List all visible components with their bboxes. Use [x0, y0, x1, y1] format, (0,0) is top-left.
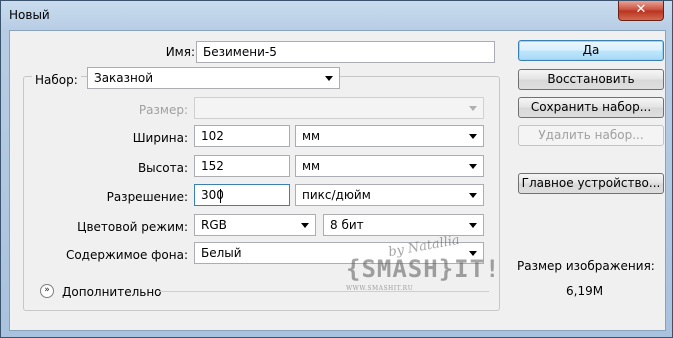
preset-select[interactable]: Заказной: [87, 67, 340, 89]
background-select[interactable]: Белый: [194, 242, 484, 264]
dialog-window: Новый ✕ Имя: Безимени-5 Набор: Заказной …: [0, 0, 673, 338]
width-label: Ширина:: [132, 131, 188, 145]
preset-label: Набор:: [32, 73, 81, 87]
color-mode-select[interactable]: RGB: [194, 214, 316, 236]
advanced-toggle-label[interactable]: Дополнительно: [62, 285, 162, 299]
chevron-down-icon: [469, 164, 477, 169]
image-size-value: 6,19M: [566, 284, 604, 298]
background-value: Белый: [201, 246, 242, 260]
color-mode-value: RGB: [201, 218, 227, 232]
delete-preset-button[interactable]: Удалить набор...: [518, 125, 664, 146]
close-button[interactable]: ✕: [618, 1, 664, 21]
height-label: Высота:: [137, 161, 188, 175]
bit-depth-select[interactable]: 8 бит: [323, 214, 484, 236]
chevron-down-icon: [469, 193, 477, 198]
height-unit-select[interactable]: мм: [295, 155, 484, 177]
height-unit-value: мм: [302, 159, 321, 173]
chevron-down-icon: [469, 251, 477, 256]
chevron-down-icon: [325, 76, 333, 81]
chevron-down-icon: [469, 223, 477, 228]
chevron-down-icon: [469, 134, 477, 139]
background-label: Содержимое фона:: [65, 248, 188, 262]
resolution-unit-value: пикс/дюйм: [302, 188, 371, 202]
divider: [159, 291, 489, 292]
window-title: Новый: [9, 8, 50, 22]
ok-button[interactable]: Да: [518, 40, 664, 61]
expand-icon[interactable]: »: [40, 284, 54, 298]
resolution-unit-select[interactable]: пикс/дюйм: [295, 184, 484, 206]
resolution-input[interactable]: 300: [194, 184, 290, 206]
width-input[interactable]: 102: [194, 125, 290, 147]
color-mode-label: Цветовой режим:: [77, 220, 188, 234]
reset-button[interactable]: Восстановить: [518, 69, 664, 90]
name-input[interactable]: Безимени-5: [196, 41, 495, 63]
preset-value: Заказной: [94, 71, 154, 85]
name-label: Имя:: [165, 45, 195, 59]
image-size-label: Размер изображения:: [517, 259, 655, 273]
chevron-down-icon: [301, 223, 309, 228]
device-central-button[interactable]: Главное устройство...: [518, 173, 664, 194]
text-caret: [220, 189, 221, 203]
height-input[interactable]: 152: [194, 155, 290, 177]
width-unit-value: мм: [302, 129, 321, 143]
resolution-label: Разрешение:: [106, 190, 188, 204]
size-select[interactable]: [194, 97, 484, 119]
close-icon: ✕: [635, 2, 647, 17]
save-preset-button[interactable]: Сохранить набор...: [518, 97, 664, 118]
width-unit-select[interactable]: мм: [295, 125, 484, 147]
bit-depth-value: 8 бит: [330, 218, 364, 232]
title-bar[interactable]: Новый ✕: [1, 1, 672, 29]
chevron-down-icon: [469, 106, 477, 111]
size-label: Размер:: [138, 103, 188, 117]
